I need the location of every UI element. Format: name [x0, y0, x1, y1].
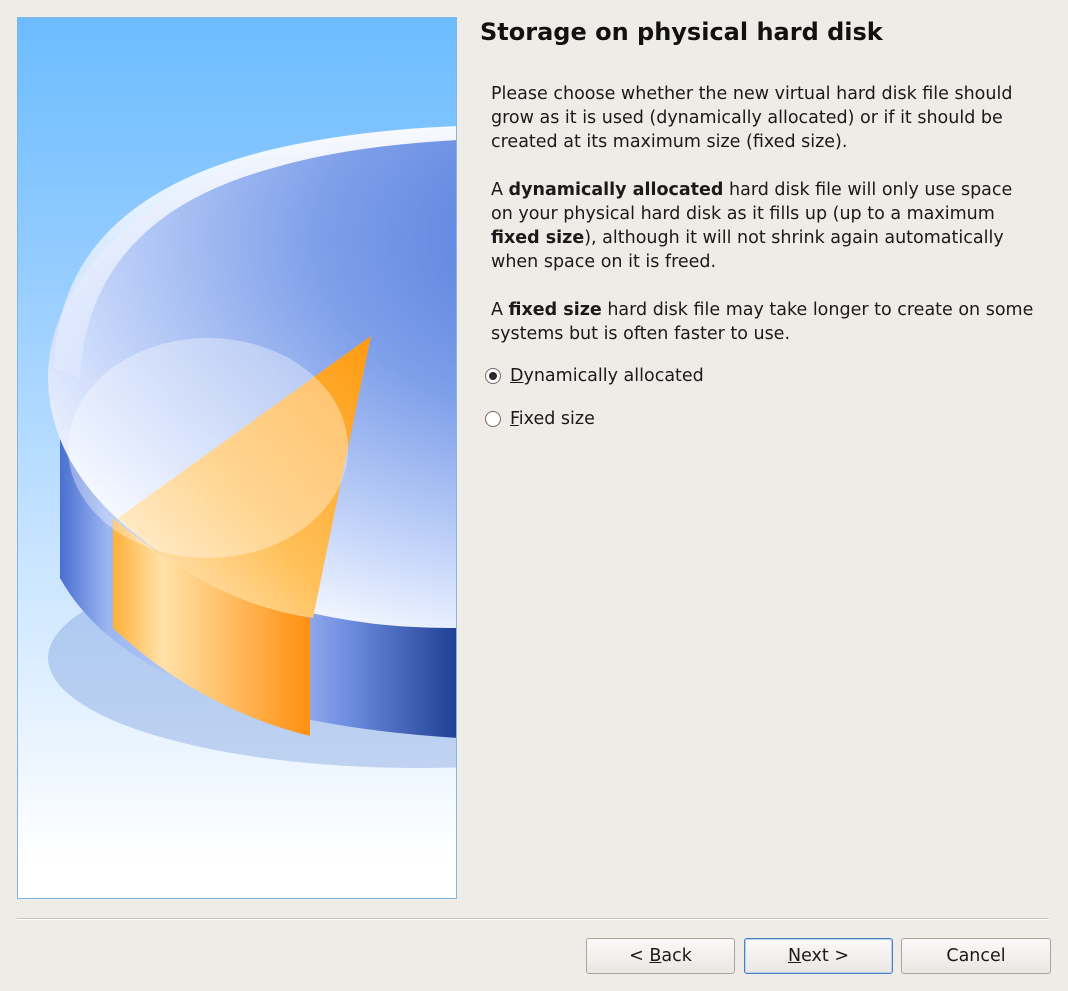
button-label: Cancel: [946, 946, 1006, 966]
button-label-prefix: <: [629, 946, 650, 966]
paragraph-bold-text: dynamically allocated: [508, 180, 724, 200]
wizard-page-content: Storage on physical hard disk Please cho…: [480, 14, 1050, 346]
paragraph-text: A: [491, 180, 509, 200]
option-label: Dynamically allocated: [510, 366, 704, 386]
mnemonic-char: F: [510, 409, 519, 429]
paragraph-bold-text: fixed size: [491, 228, 585, 248]
option-label-text: ynamically allocated: [523, 366, 704, 386]
paragraph-bold-text: fixed size: [508, 300, 602, 320]
mnemonic-char: B: [649, 946, 662, 966]
page-title: Storage on physical hard disk: [480, 18, 883, 46]
paragraph-text: A: [491, 300, 509, 320]
button-label: < Back: [629, 946, 692, 966]
cancel-button[interactable]: Cancel: [901, 938, 1051, 974]
fixed-size-option[interactable]: Fixed size: [485, 409, 595, 429]
button-label: Next >: [788, 946, 849, 966]
description-paragraph-1: Please choose whether the new virtual ha…: [491, 84, 1013, 152]
button-label-text: ext >: [801, 946, 849, 966]
back-button[interactable]: < Back: [586, 938, 735, 974]
dynamically-allocated-option[interactable]: Dynamically allocated: [485, 366, 704, 386]
button-bar-separator: [17, 918, 1049, 920]
description-paragraph-2: A dynamically allocated hard disk file w…: [491, 178, 1036, 274]
option-label: Fixed size: [510, 409, 595, 429]
next-button[interactable]: Next >: [744, 938, 893, 974]
wizard-dialog: Storage on physical hard disk Please cho…: [0, 0, 1068, 991]
mnemonic-char: N: [788, 946, 802, 966]
radio-button-checked[interactable]: [485, 368, 501, 384]
wizard-banner-image: [17, 17, 457, 899]
description-paragraph-3: A fixed size hard disk file may take lon…: [491, 298, 1036, 346]
button-label-text: ack: [661, 946, 692, 966]
hard-disk-pie-icon: [48, 126, 456, 768]
option-label-text: ixed size: [518, 409, 595, 429]
mnemonic-char: D: [510, 366, 524, 386]
radio-button-unchecked[interactable]: [485, 411, 501, 427]
